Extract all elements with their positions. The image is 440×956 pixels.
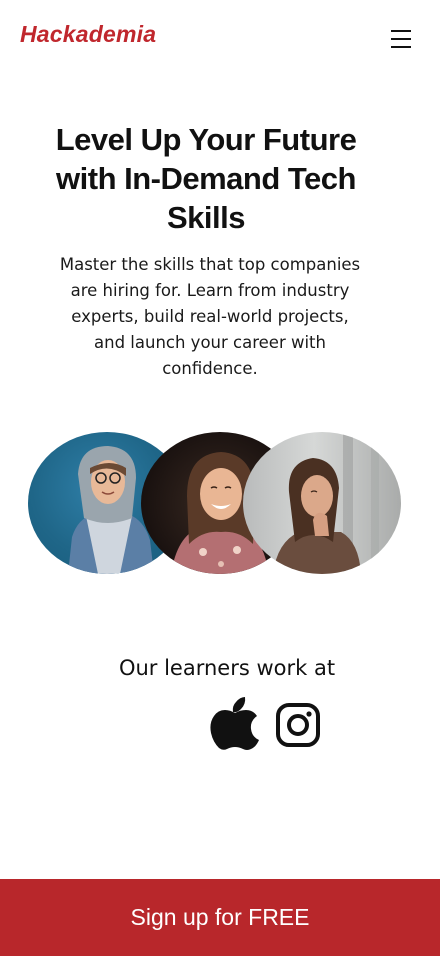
menu-bar bbox=[391, 38, 411, 40]
learner-photo-3 bbox=[243, 432, 401, 574]
menu-bar bbox=[391, 46, 411, 48]
top-header: Hackademia bbox=[0, 0, 440, 76]
company-logos bbox=[210, 694, 330, 750]
learners-heading: Our learners work at bbox=[118, 656, 336, 680]
hero-title: Level Up Your Future with In-Demand Tech… bbox=[55, 122, 357, 235]
menu-bar bbox=[391, 30, 411, 32]
instagram-logo-icon bbox=[276, 703, 320, 747]
signup-button[interactable]: Sign up for FREE bbox=[0, 879, 440, 956]
brand-logo[interactable]: Hackademia bbox=[20, 21, 156, 48]
hero-description: Master the skills that top companies are… bbox=[59, 255, 361, 378]
learner-photos bbox=[28, 432, 402, 574]
apple-logo-icon bbox=[210, 697, 259, 750]
hamburger-menu-icon[interactable] bbox=[385, 26, 417, 54]
learner-illustration-3 bbox=[273, 432, 379, 574]
